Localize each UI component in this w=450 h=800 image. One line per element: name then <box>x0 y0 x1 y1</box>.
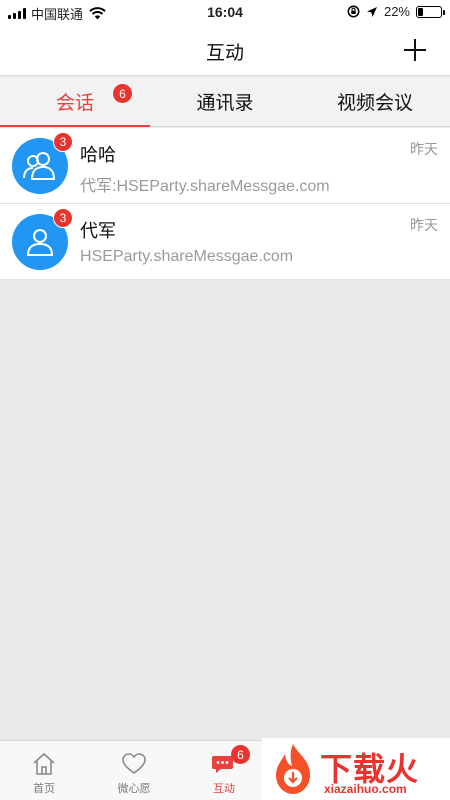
tabbar-label: 首页 <box>33 783 55 795</box>
plus-icon[interactable] <box>402 37 428 63</box>
tab-conversations[interactable]: 会话 6 <box>0 77 150 127</box>
heart-icon <box>122 753 146 774</box>
watermark: 下载火 xiazaihuo.com <box>262 738 450 800</box>
status-right: 22% <box>347 4 445 19</box>
tab-badge: 6 <box>113 84 132 103</box>
page-title: 互动 <box>205 43 244 64</box>
rotation-lock-icon <box>347 5 360 18</box>
nav-bar: 互动 <box>0 26 450 76</box>
tabbar-label: 微心愿 <box>117 783 151 795</box>
tabbar-item-interact[interactable]: 6 互动 <box>194 741 254 800</box>
tabbar-item-wish[interactable]: 微心愿 <box>104 741 164 800</box>
conversation-list: 3 哈哈 昨天 代军:HSEParty.shareMessgae.com 3 代… <box>0 128 450 280</box>
battery-percent: 22% <box>383 4 410 19</box>
location-arrow-icon <box>366 6 377 17</box>
conversation-name: 哈哈 <box>80 145 116 165</box>
unread-badge: 3 <box>53 132 73 152</box>
tab-label: 视频会议 <box>336 93 413 114</box>
status-bar: 中国联通 16:04 22% <box>0 0 450 26</box>
conversation-time: 昨天 <box>410 141 438 157</box>
tabbar-label: 互动 <box>213 783 235 795</box>
battery-icon <box>416 5 445 18</box>
conversation-name: 代军 <box>80 221 116 241</box>
conversation-item[interactable]: 3 代军 昨天 HSEParty.shareMessgae.com <box>0 204 450 280</box>
flame-logo-icon <box>276 744 310 794</box>
battery-level <box>418 7 423 16</box>
tab-video-meeting[interactable]: 视频会议 <box>300 77 450 126</box>
watermark-subtext: xiazaihuo.com <box>324 782 407 796</box>
conversation-item[interactable]: 3 哈哈 昨天 代军:HSEParty.shareMessgae.com <box>0 128 450 204</box>
unread-badge: 3 <box>53 208 73 228</box>
tabbar-item-home[interactable]: 首页 <box>14 741 74 800</box>
conversation-preview: HSEParty.shareMessgae.com <box>80 248 294 265</box>
conversation-time: 昨天 <box>410 217 438 233</box>
tab-label: 会话 <box>55 93 94 114</box>
segment-tabs: 会话 6 通讯录 视频会议 <box>0 77 450 127</box>
home-icon <box>33 752 55 775</box>
tabbar-badge: 6 <box>231 745 250 764</box>
tab-contacts[interactable]: 通讯录 <box>150 77 300 126</box>
tab-label: 通讯录 <box>196 93 254 114</box>
conversation-preview: 代军:HSEParty.shareMessgae.com <box>80 178 330 195</box>
